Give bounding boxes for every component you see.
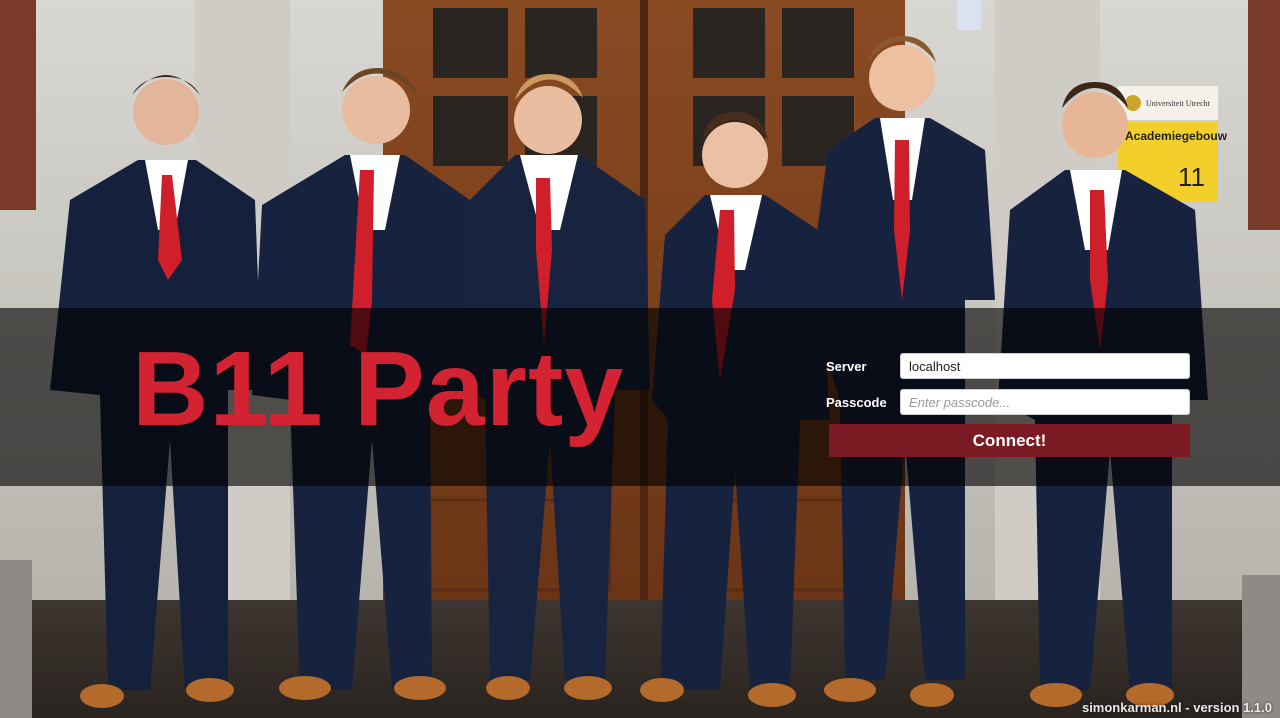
login-screen: Universiteit Utrecht Academiegebouw 11 B… (0, 0, 1280, 718)
passcode-row: Passcode (826, 388, 1190, 416)
server-label: Server (826, 358, 867, 374)
server-input[interactable] (900, 353, 1190, 379)
connect-button[interactable]: Connect! (829, 424, 1190, 457)
passcode-label: Passcode (826, 394, 887, 410)
sign-title: Academiegebouw (1125, 129, 1228, 143)
sign-number: 11 (1178, 162, 1205, 192)
login-form: Server Passcode Connect! (826, 352, 1190, 457)
server-row: Server (826, 352, 1190, 380)
passcode-input[interactable] (900, 389, 1190, 415)
brick-right (1248, 0, 1280, 230)
app-title: B11 Party (132, 330, 625, 448)
step-left (0, 560, 32, 718)
version-credit: simonkarman.nl - version 1.1.0 (1081, 700, 1272, 715)
sign-header-text: Universiteit Utrecht (1146, 99, 1211, 108)
step-right (1242, 575, 1280, 718)
flag (957, 0, 981, 30)
brick-left (0, 0, 36, 210)
